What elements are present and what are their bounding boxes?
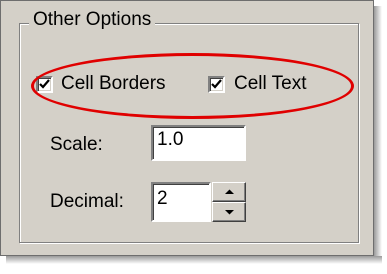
options-panel: Other Options Cell Borders Cell Text Sca… bbox=[0, 0, 374, 256]
checkmark-icon bbox=[39, 79, 50, 89]
groupbox-title: Other Options bbox=[29, 9, 156, 31]
spin-up-button[interactable] bbox=[212, 182, 246, 202]
arrow-up-icon bbox=[225, 189, 234, 194]
scale-input[interactable]: 1.0 bbox=[151, 125, 246, 161]
cell-text-label[interactable]: Cell Text bbox=[234, 73, 307, 95]
spin-down-button[interactable] bbox=[212, 202, 246, 222]
cell-borders-checkbox[interactable] bbox=[36, 76, 53, 93]
arrow-down-icon bbox=[225, 210, 234, 215]
cell-borders-label[interactable]: Cell Borders bbox=[61, 73, 166, 95]
window-shadow-right bbox=[374, 6, 382, 262]
decimal-label: Decimal: bbox=[50, 191, 124, 212]
decimal-input[interactable]: 2 bbox=[151, 182, 211, 222]
window-shadow-bottom bbox=[6, 256, 382, 264]
cell-text-checkbox[interactable] bbox=[208, 76, 225, 93]
scale-label: Scale: bbox=[50, 134, 103, 155]
decimal-spinner[interactable] bbox=[212, 182, 246, 222]
checkmark-icon bbox=[211, 79, 222, 89]
